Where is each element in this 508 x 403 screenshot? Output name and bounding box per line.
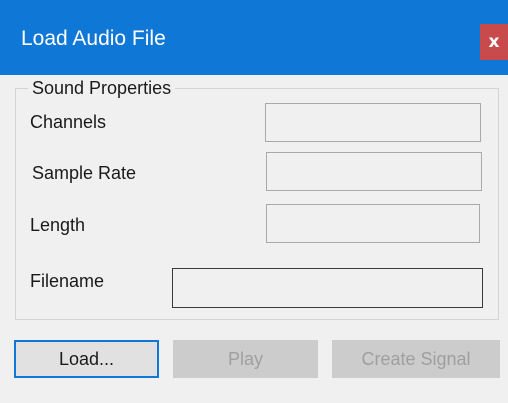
play-button[interactable]: Play	[173, 340, 318, 378]
sample-rate-field	[266, 152, 482, 191]
channels-field	[265, 103, 481, 142]
title-bar[interactable]: Load Audio File x	[0, 0, 508, 75]
filename-label: Filename	[30, 271, 105, 291]
channels-label: Channels	[30, 112, 107, 132]
close-icon: x	[488, 32, 500, 52]
length-label: Length	[30, 215, 86, 235]
create-signal-button[interactable]: Create Signal	[332, 340, 500, 378]
sample-rate-label: Sample Rate	[32, 163, 137, 183]
length-field	[266, 204, 480, 243]
filename-field[interactable]	[172, 268, 483, 308]
close-button[interactable]: x	[480, 24, 508, 60]
load-button[interactable]: Load...	[14, 340, 159, 378]
load-audio-file-window: Load Audio File x Sound Properties Chann…	[0, 0, 508, 403]
window-title: Load Audio File	[21, 27, 166, 50]
sound-properties-label: Sound Properties	[28, 78, 176, 99]
